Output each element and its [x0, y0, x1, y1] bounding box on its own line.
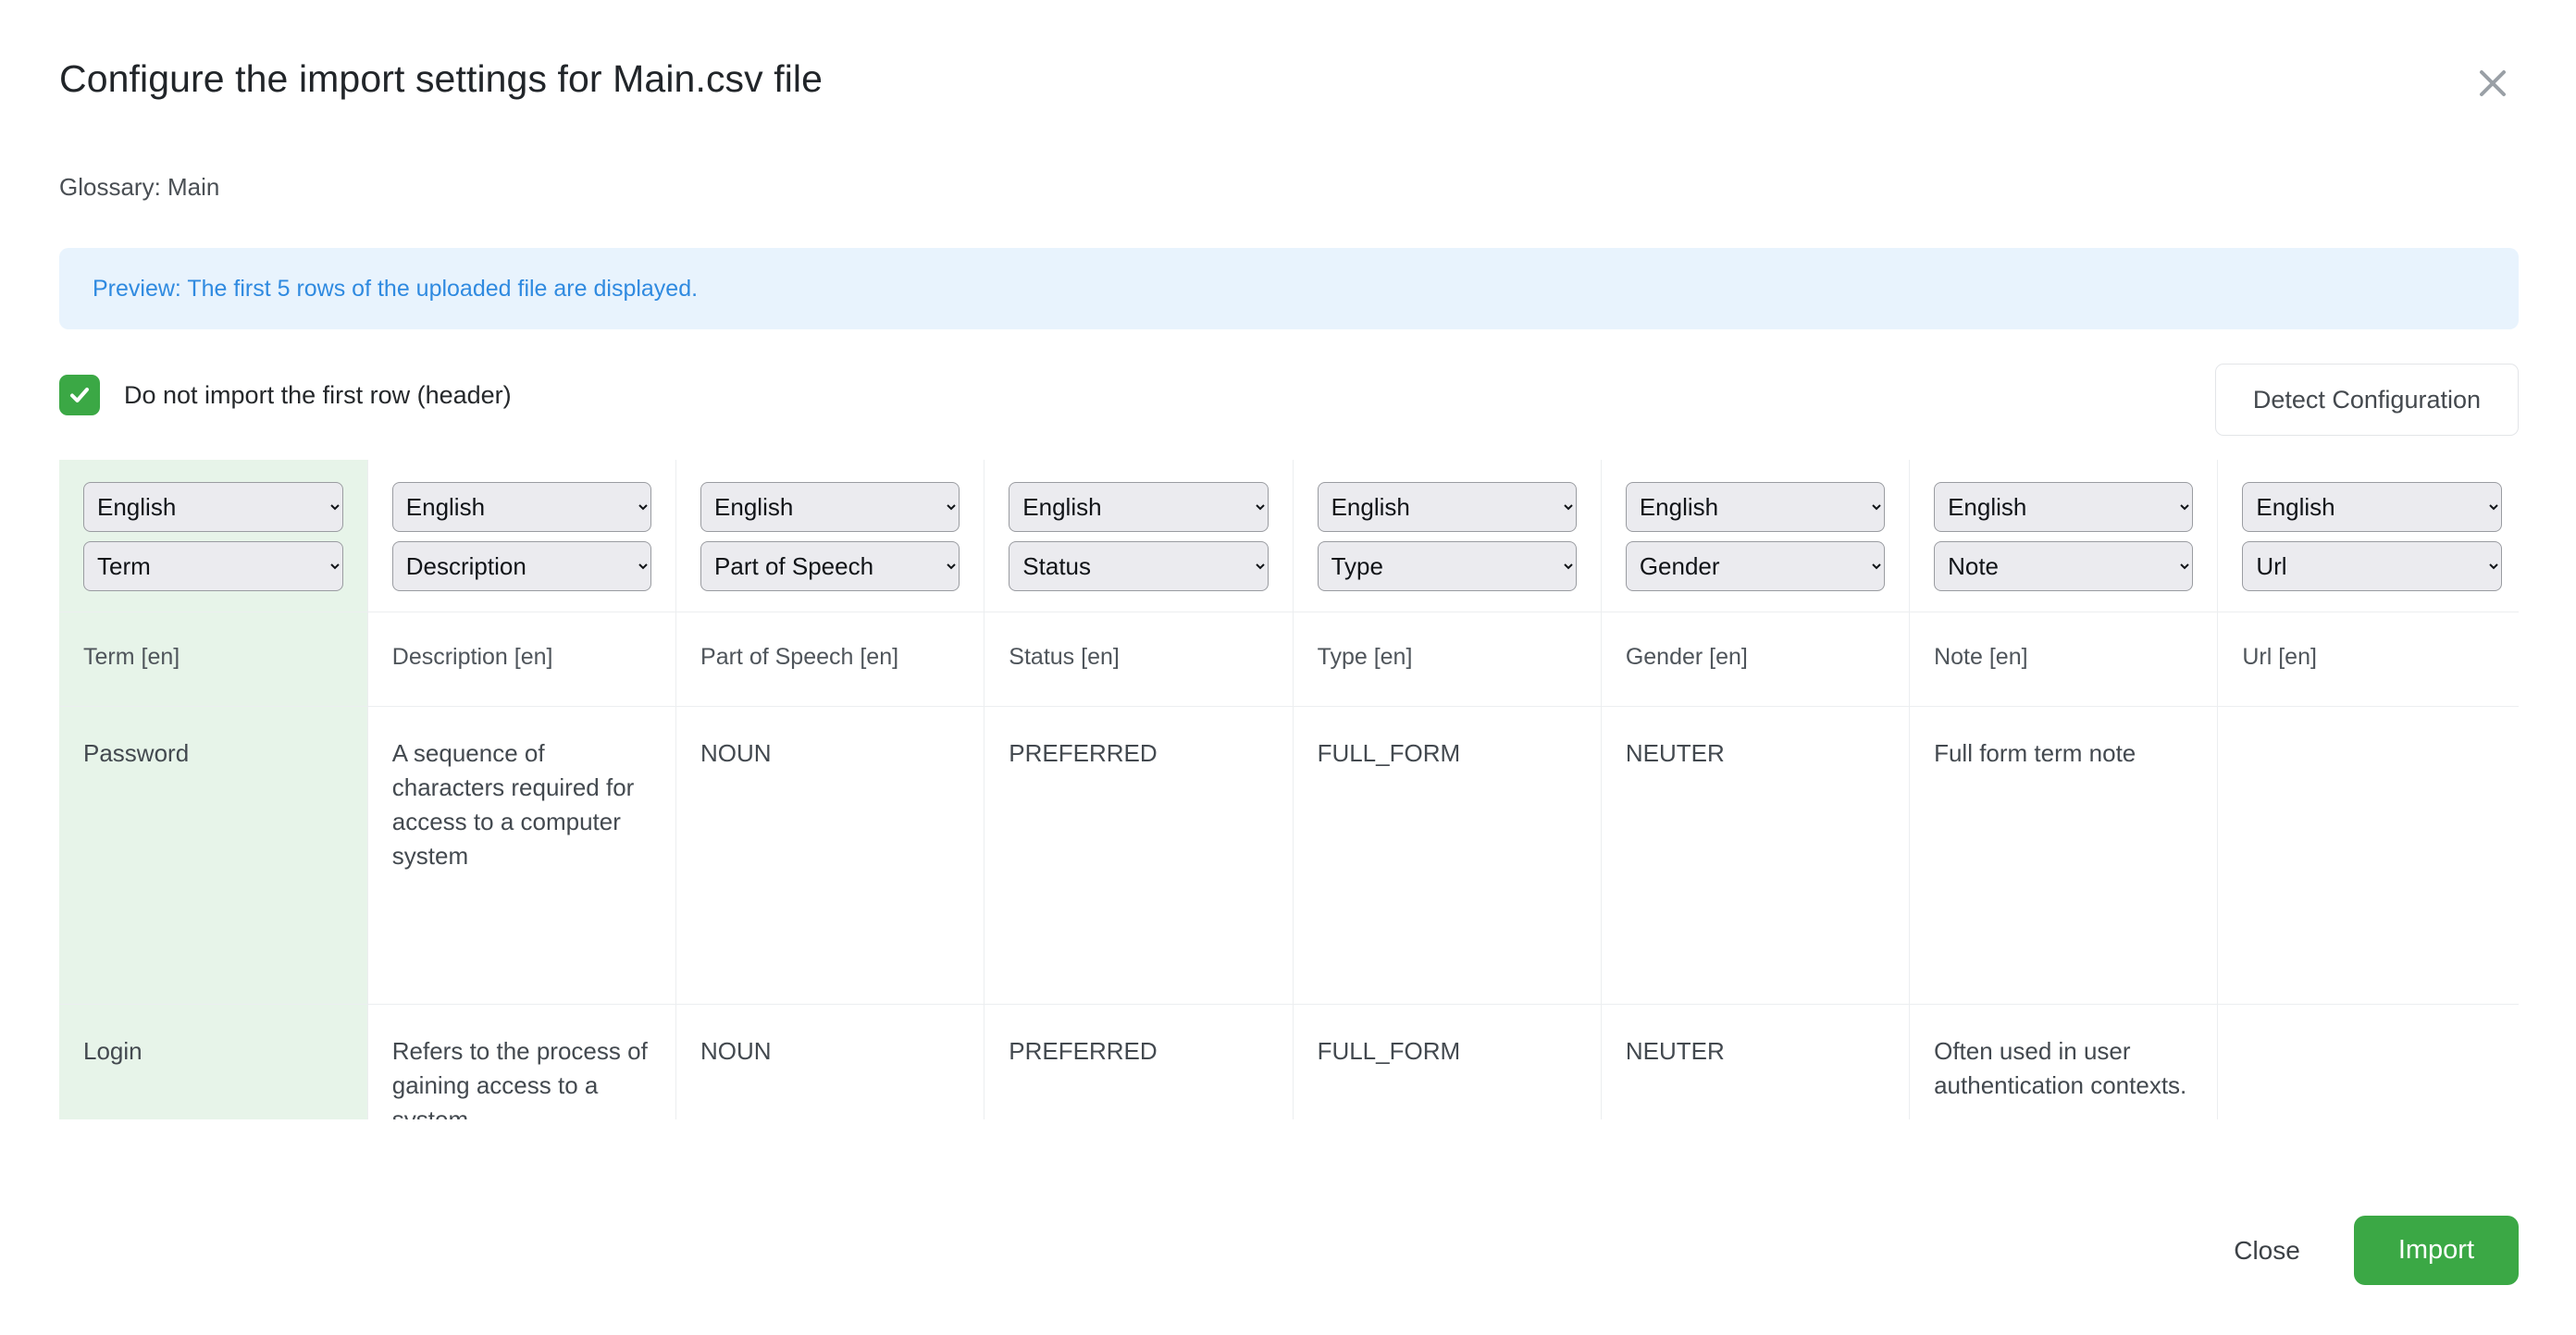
language-select-5[interactable]: English — [1626, 482, 1885, 532]
preview-alert-text: Preview: The first 5 rows of the uploade… — [93, 276, 698, 303]
column-mapping-cell: English Description — [367, 460, 675, 612]
import-settings-dialog: Configure the import settings for Main.c… — [0, 0, 2576, 1335]
table-cell: NOUN — [676, 707, 985, 1005]
field-select-7[interactable]: Url — [2242, 541, 2501, 591]
table-row: PasswordA sequence of characters require… — [59, 707, 2519, 1005]
column-header-cell: Status [en] — [985, 612, 1293, 707]
field-select-0[interactable]: Term — [83, 541, 343, 591]
table-cell — [2218, 1005, 2519, 1120]
table-cell: FULL_FORM — [1293, 707, 1601, 1005]
table-cell: PREFERRED — [985, 707, 1293, 1005]
table-cell: FULL_FORM — [1293, 1005, 1601, 1120]
detect-configuration-button[interactable]: Detect Configuration — [2215, 364, 2519, 436]
table-row: LoginRefers to the process of gaining ac… — [59, 1005, 2519, 1120]
column-header-cell: Note [en] — [1910, 612, 2218, 707]
page-title: Configure the import settings for Main.c… — [59, 57, 823, 101]
checkbox-checked-icon[interactable] — [59, 375, 100, 415]
column-mapping-cell: English Gender — [1601, 460, 1909, 612]
column-mapping-cell: English Status — [985, 460, 1293, 612]
table-cell — [2218, 707, 2519, 1005]
column-mapping-row: English Term English Description English Part… — [59, 460, 2519, 612]
table-cell: A sequence of characters required for ac… — [367, 707, 675, 1005]
table-header-row: Term [en]Description [en]Part of Speech … — [59, 612, 2519, 707]
column-mapping-cell: English Url — [2218, 460, 2519, 612]
close-icon[interactable] — [2467, 57, 2519, 109]
field-select-6[interactable]: Note — [1934, 541, 2193, 591]
column-mapping-cell: English Part of Speech — [676, 460, 985, 612]
preview-alert: Preview: The first 5 rows of the uploade… — [59, 248, 2519, 329]
field-select-4[interactable]: Type — [1318, 541, 1577, 591]
field-select-5[interactable]: Gender — [1626, 541, 1885, 591]
import-button[interactable]: Import — [2354, 1216, 2519, 1285]
language-select-4[interactable]: English — [1318, 482, 1577, 532]
table-cell: Refers to the process of gaining access … — [367, 1005, 675, 1120]
column-header-cell: Type [en] — [1293, 612, 1601, 707]
language-select-0[interactable]: English — [83, 482, 343, 532]
preview-table: English Term English Description English Part… — [59, 460, 2519, 1119]
column-mapping-cell: English Type — [1293, 460, 1601, 612]
table-cell: NEUTER — [1601, 707, 1909, 1005]
preview-table-scroll-area[interactable]: English Term English Description English Part… — [59, 460, 2519, 1119]
table-cell: Full form term note — [1910, 707, 2218, 1005]
column-mapping-cell: English Note — [1910, 460, 2218, 612]
column-header-cell: Description [en] — [367, 612, 675, 707]
column-mapping-cell: English Term — [59, 460, 367, 612]
table-cell: Often used in user authentication contex… — [1910, 1005, 2218, 1120]
skip-header-checkbox-row[interactable]: Do not import the first row (header) — [59, 375, 512, 415]
close-button[interactable]: Close — [2202, 1219, 2332, 1282]
language-select-2[interactable]: English — [700, 482, 960, 532]
table-cell: NEUTER — [1601, 1005, 1909, 1120]
table-cell: Password — [59, 707, 367, 1005]
glossary-label: Glossary: Main — [59, 173, 219, 202]
skip-header-checkbox-label: Do not import the first row (header) — [124, 381, 512, 410]
language-select-6[interactable]: English — [1934, 482, 2193, 532]
field-select-1[interactable]: Description — [392, 541, 651, 591]
column-header-cell: Term [en] — [59, 612, 367, 707]
table-cell: PREFERRED — [985, 1005, 1293, 1120]
field-select-3[interactable]: Status — [1009, 541, 1268, 591]
language-select-3[interactable]: English — [1009, 482, 1268, 532]
column-header-cell: Url [en] — [2218, 612, 2519, 707]
column-header-cell: Part of Speech [en] — [676, 612, 985, 707]
table-cell: Login — [59, 1005, 367, 1120]
column-header-cell: Gender [en] — [1601, 612, 1909, 707]
field-select-2[interactable]: Part of Speech — [700, 541, 960, 591]
table-cell: NOUN — [676, 1005, 985, 1120]
dialog-footer: Close Import — [2202, 1216, 2519, 1285]
language-select-1[interactable]: English — [392, 482, 651, 532]
language-select-7[interactable]: English — [2242, 482, 2501, 532]
